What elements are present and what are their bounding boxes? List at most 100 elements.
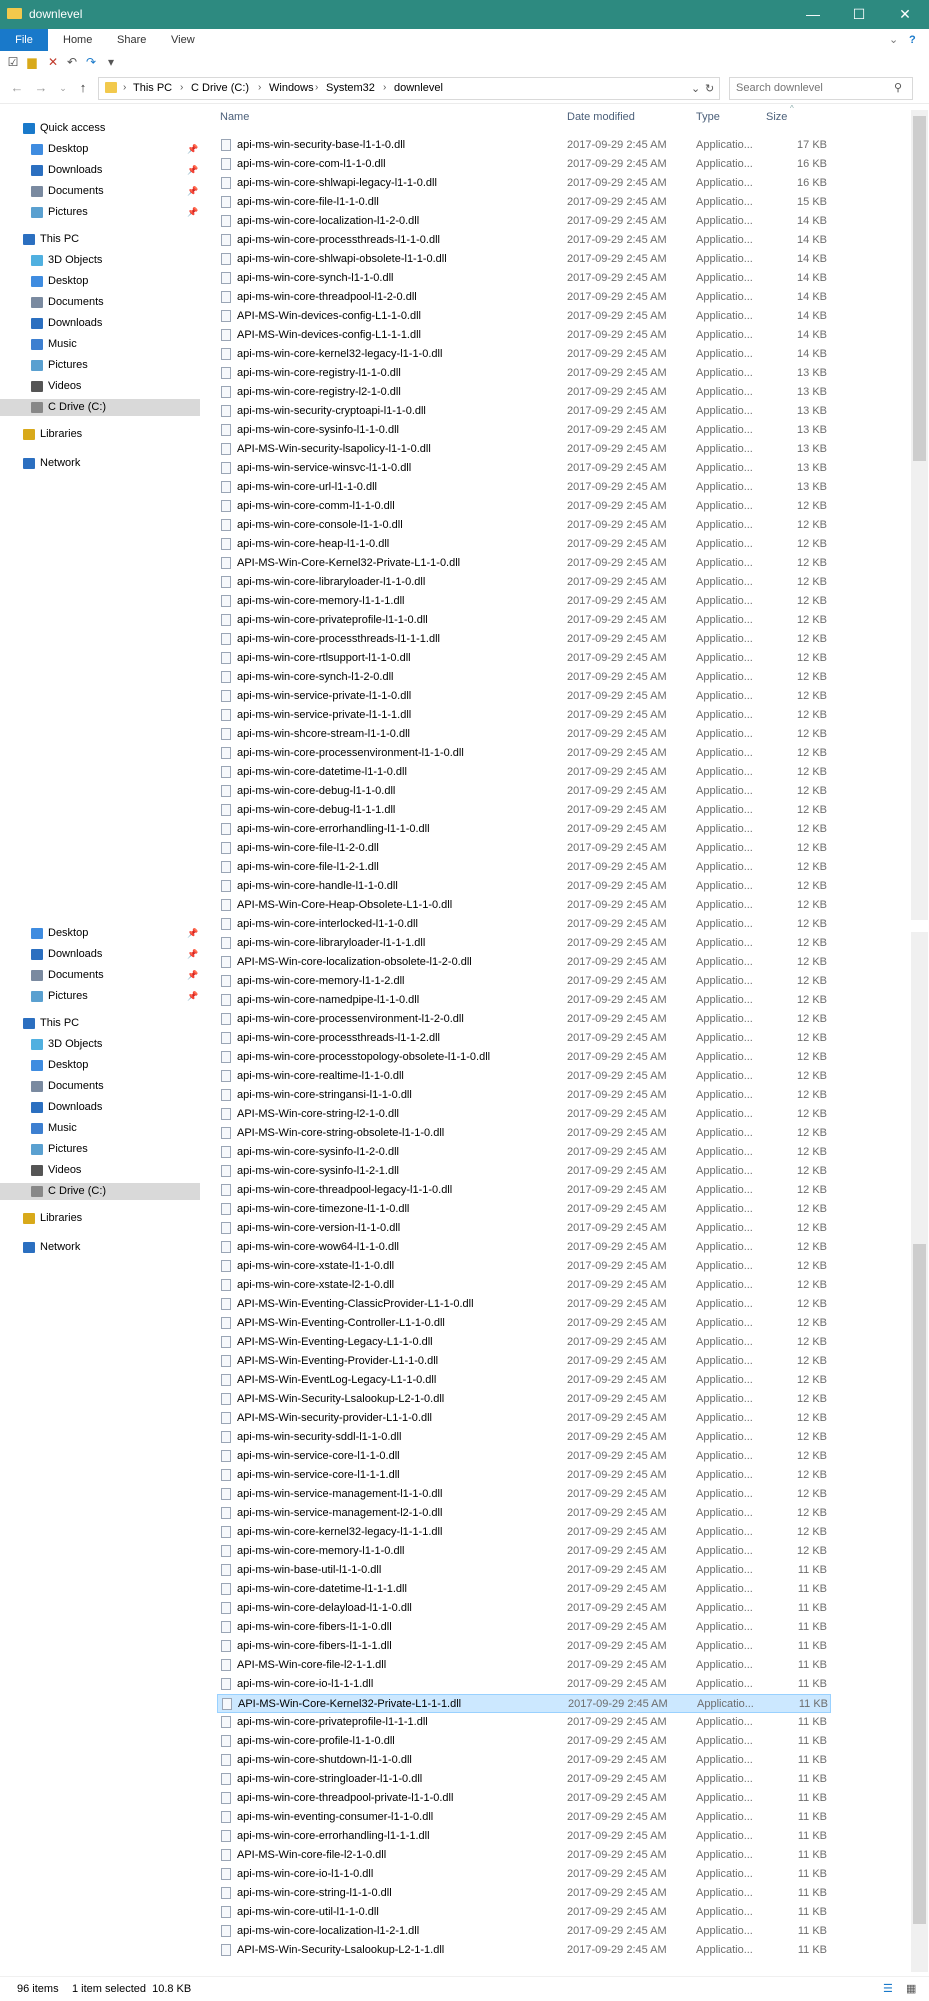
file-row[interactable]: api-ms-win-core-synch-l1-2-0.dll 2017-09-… (217, 668, 831, 687)
scrollbar-thumb[interactable] (913, 1244, 926, 1924)
file-row[interactable]: api-ms-win-core-shlwapi-obsolete-l1-1-0.… (217, 250, 831, 269)
address-path[interactable]: › This PC › C Drive (C:) › Windows › Sys… (98, 77, 720, 100)
file-row[interactable]: API-MS-Win-core-string-l2-1-0.dll 2017-09… (217, 1105, 831, 1124)
search-box[interactable]: ⚲ (729, 77, 913, 100)
file-row[interactable]: api-ms-win-core-registry-l1-1-0.dll 2017-… (217, 364, 831, 383)
nav-quick-downloads[interactable]: Downloads 📌 (0, 162, 200, 179)
file-row[interactable]: api-ms-win-core-privateprofile-l1-1-1.dl… (217, 1713, 831, 1732)
nav-pc-c-drive-c[interactable]: C Drive (C:) (0, 399, 200, 416)
file-row[interactable]: api-ms-win-core-wow64-l1-1-0.dll 2017-09-… (217, 1238, 831, 1257)
file-row[interactable]: api-ms-win-core-threadpool-legacy-l1-1-0… (217, 1181, 831, 1200)
nav-quick-desktop[interactable]: Desktop 📌 (0, 141, 200, 158)
nav-quick-documents[interactable]: Documents 📌 (0, 967, 200, 984)
file-row[interactable]: API-MS-Win-Eventing-Controller-L1-1-0.dl… (217, 1314, 831, 1333)
file-row[interactable]: api-ms-win-core-stringansi-l1-1-0.dll 201… (217, 1086, 831, 1105)
nav-pc-documents[interactable]: Documents (0, 1078, 200, 1095)
file-row[interactable]: API-MS-Win-Core-Kernel32-Private-L1-1-1.… (217, 1694, 831, 1713)
nav-pc-downloads[interactable]: Downloads (0, 315, 200, 332)
nav-this-pc[interactable]: This PC (0, 231, 200, 248)
file-row[interactable]: api-ms-win-core-com-l1-1-0.dll 2017-09-29… (217, 155, 831, 174)
file-row[interactable]: api-ms-win-core-errorhandling-l1-1-1.dll… (217, 1827, 831, 1846)
file-row[interactable]: api-ms-win-core-console-l1-1-0.dll 2017-0… (217, 516, 831, 535)
file-row[interactable]: API-MS-Win-security-lsapolicy-l1-1-0.dll… (217, 440, 831, 459)
file-row[interactable]: api-ms-win-core-heap-l1-1-0.dll 2017-09-2… (217, 535, 831, 554)
file-row[interactable]: api-ms-win-core-localization-l1-2-1.dll 2… (217, 1922, 831, 1941)
file-row[interactable]: api-ms-win-core-debug-l1-1-0.dll 2017-09-… (217, 782, 831, 801)
file-row[interactable]: api-ms-win-core-fibers-l1-1-0.dll 2017-09… (217, 1618, 831, 1637)
recent-locations-icon[interactable]: ⌄ (54, 80, 72, 96)
nav-pc-downloads[interactable]: Downloads (0, 1099, 200, 1116)
file-row[interactable]: api-ms-win-core-file-l1-2-1.dll 2017-09-2… (217, 858, 831, 877)
file-row[interactable]: api-ms-win-core-memory-l1-1-2.dll 2017-09… (217, 972, 831, 991)
new-folder-icon[interactable]: ▆ (25, 55, 39, 69)
ribbon-expand-icon[interactable]: ⌄ (889, 29, 898, 51)
file-row[interactable]: api-ms-win-core-shlwapi-legacy-l1-1-0.dl… (217, 174, 831, 193)
tab-share[interactable]: Share (117, 29, 146, 51)
column-header-name[interactable]: Name (220, 108, 249, 126)
file-row[interactable]: api-ms-win-core-privateprofile-l1-1-0.dl… (217, 611, 831, 630)
vertical-scrollbar-lower[interactable] (911, 932, 928, 1972)
file-row[interactable]: api-ms-win-core-util-l1-1-0.dll 2017-09-2… (217, 1903, 831, 1922)
file-row[interactable]: api-ms-win-core-processthreads-l1-1-1.dl… (217, 630, 831, 649)
file-row[interactable]: api-ms-win-security-base-l1-1-0.dll 2017-… (217, 136, 831, 155)
column-header-date[interactable]: Date modified (567, 108, 635, 126)
file-row[interactable]: api-ms-win-core-threadpool-private-l1-1-… (217, 1789, 831, 1808)
file-row[interactable]: api-ms-win-security-cryptoapi-l1-1-0.dll… (217, 402, 831, 421)
file-row[interactable]: api-ms-win-core-errorhandling-l1-1-0.dll… (217, 820, 831, 839)
address-dropdown-icon[interactable]: ⌄ (691, 82, 700, 95)
file-row[interactable]: API-MS-Win-Eventing-Provider-L1-1-0.dll 2… (217, 1352, 831, 1371)
details-view-icon[interactable]: ☰ (883, 1977, 893, 2001)
file-row[interactable]: API-MS-Win-Security-Lsalookup-L2-1-0.dll… (217, 1390, 831, 1409)
file-row[interactable]: API-MS-Win-EventLog-Legacy-L1-1-0.dll 201… (217, 1371, 831, 1390)
file-row[interactable]: api-ms-win-eventing-consumer-l1-1-0.dll 2… (217, 1808, 831, 1827)
file-row[interactable]: API-MS-Win-devices-config-L1-1-1.dll 2017… (217, 326, 831, 345)
tab-home[interactable]: Home (63, 29, 92, 51)
file-row[interactable]: api-ms-win-core-processenvironment-l1-2-… (217, 1010, 831, 1029)
nav-quick-pictures[interactable]: Pictures 📌 (0, 988, 200, 1005)
file-row[interactable]: API-MS-Win-Core-Kernel32-Private-L1-1-0.… (217, 554, 831, 573)
file-row[interactable]: api-ms-win-core-memory-l1-1-1.dll 2017-09… (217, 592, 831, 611)
nav-pc-3d-objects[interactable]: 3D Objects (0, 1036, 200, 1053)
file-row[interactable]: API-MS-Win-core-string-obsolete-l1-1-0.d… (217, 1124, 831, 1143)
breadcrumb-system32[interactable]: System32 (326, 82, 375, 94)
file-row[interactable]: api-ms-win-base-util-l1-1-0.dll 2017-09-2… (217, 1561, 831, 1580)
search-icon[interactable]: ⚲ (894, 81, 902, 94)
nav-this-pc[interactable]: This PC (0, 1015, 200, 1032)
minimize-button[interactable]: — (790, 0, 836, 29)
file-row[interactable]: api-ms-win-core-localization-l1-2-0.dll 2… (217, 212, 831, 231)
nav-pc-pictures[interactable]: Pictures (0, 1141, 200, 1158)
vertical-scrollbar[interactable] (911, 110, 928, 920)
file-row[interactable]: api-ms-win-core-profile-l1-1-0.dll 2017-0… (217, 1732, 831, 1751)
nav-pc-3d-objects[interactable]: 3D Objects (0, 252, 200, 269)
file-row[interactable]: api-ms-win-core-handle-l1-1-0.dll 2017-09… (217, 877, 831, 896)
nav-network[interactable]: Network (0, 455, 200, 472)
file-row[interactable]: api-ms-win-core-datetime-l1-1-0.dll 2017-… (217, 763, 831, 782)
properties-icon[interactable]: ☑ (6, 55, 20, 69)
file-row[interactable]: api-ms-win-service-private-l1-1-1.dll 201… (217, 706, 831, 725)
redo-icon[interactable]: ↷ (84, 55, 98, 69)
file-row[interactable]: api-ms-win-core-synch-l1-1-0.dll 2017-09-… (217, 269, 831, 288)
file-row[interactable]: api-ms-win-core-xstate-l2-1-0.dll 2017-09… (217, 1276, 831, 1295)
file-row[interactable]: api-ms-win-core-kernel32-legacy-l1-1-0.d… (217, 345, 831, 364)
file-row[interactable]: api-ms-win-core-version-l1-1-0.dll 2017-0… (217, 1219, 831, 1238)
maximize-button[interactable]: ☐ (836, 0, 882, 29)
file-row[interactable]: api-ms-win-service-management-l2-1-0.dll… (217, 1504, 831, 1523)
file-row[interactable]: api-ms-win-core-fibers-l1-1-1.dll 2017-09… (217, 1637, 831, 1656)
file-row[interactable]: api-ms-win-core-interlocked-l1-1-0.dll 20… (217, 915, 831, 934)
file-row[interactable]: api-ms-win-core-datetime-l1-1-1.dll 2017-… (217, 1580, 831, 1599)
file-row[interactable]: api-ms-win-core-io-l1-1-0.dll 2017-09-29 … (217, 1865, 831, 1884)
file-row[interactable]: api-ms-win-core-processtopology-obsolete… (217, 1048, 831, 1067)
file-row[interactable]: api-ms-win-core-xstate-l1-1-0.dll 2017-09… (217, 1257, 831, 1276)
file-row[interactable]: API-MS-Win-core-file-l2-1-0.dll 2017-09-2… (217, 1846, 831, 1865)
undo-icon[interactable]: ↶ (65, 55, 79, 69)
nav-network[interactable]: Network (0, 1239, 200, 1256)
file-row[interactable]: api-ms-win-core-memory-l1-1-0.dll 2017-09… (217, 1542, 831, 1561)
file-row[interactable]: api-ms-win-core-stringloader-l1-1-0.dll 2… (217, 1770, 831, 1789)
file-row[interactable]: api-ms-win-core-threadpool-l1-2-0.dll 201… (217, 288, 831, 307)
up-icon[interactable]: ↑ (74, 80, 92, 96)
nav-libraries[interactable]: Libraries (0, 426, 200, 443)
nav-quick-desktop[interactable]: Desktop 📌 (0, 925, 200, 942)
file-row[interactable]: api-ms-win-core-file-l1-1-0.dll 2017-09-2… (217, 193, 831, 212)
file-row[interactable]: api-ms-win-security-sddl-l1-1-0.dll 2017-… (217, 1428, 831, 1447)
nav-pc-pictures[interactable]: Pictures (0, 357, 200, 374)
